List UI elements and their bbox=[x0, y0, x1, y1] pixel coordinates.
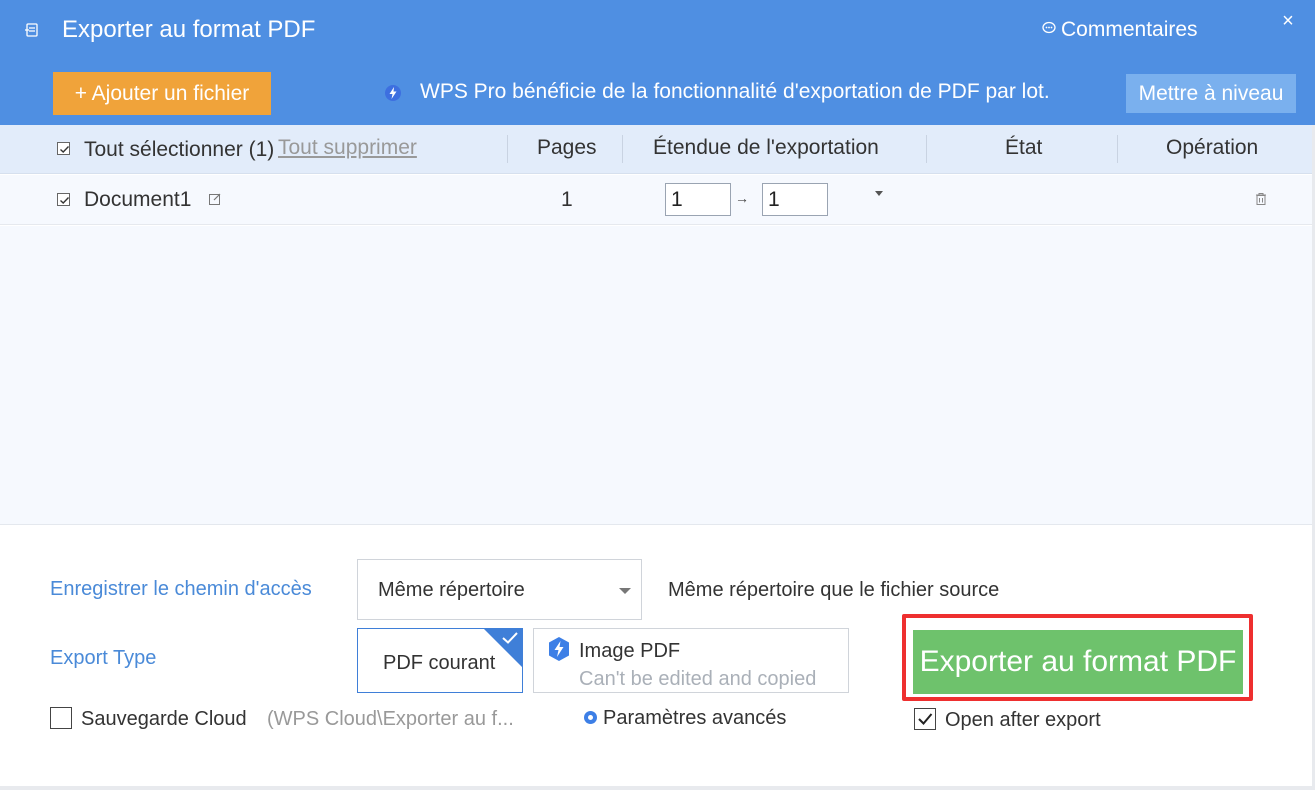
save-path-select[interactable]: Même répertoire bbox=[357, 559, 642, 620]
gear-icon[interactable] bbox=[582, 709, 599, 731]
chevron-down-icon bbox=[619, 588, 631, 594]
lightning-icon bbox=[547, 636, 571, 667]
edit-icon[interactable] bbox=[208, 192, 222, 211]
window-title: Exporter au format PDF bbox=[62, 16, 316, 43]
range-arrow: → bbox=[735, 190, 749, 206]
cloud-backup-path: (WPS Cloud\Exporter au f... bbox=[267, 708, 514, 730]
range-from-input[interactable]: 1 bbox=[665, 183, 731, 216]
table-row: Document1 1 1 → 1 bbox=[0, 175, 1315, 225]
range-dropdown-icon[interactable] bbox=[875, 191, 883, 196]
open-after-export-checkbox[interactable] bbox=[914, 708, 936, 730]
select-all-checkbox[interactable] bbox=[57, 142, 70, 155]
save-path-description: Même répertoire que le fichier source bbox=[668, 579, 1000, 601]
state-column-header: État bbox=[1005, 136, 1043, 159]
trash-icon[interactable] bbox=[1255, 192, 1267, 211]
upgrade-button[interactable]: Mettre à niveau bbox=[1126, 74, 1296, 113]
title-bar: Exporter au format PDF Commentaires × + … bbox=[0, 0, 1315, 125]
image-pdf-description: Can't be edited and copied bbox=[579, 668, 817, 690]
comments-label: Commentaires bbox=[1061, 18, 1198, 41]
advanced-settings-link[interactable]: Paramètres avancés bbox=[603, 707, 786, 730]
image-pdf-label: Image PDF bbox=[579, 640, 681, 662]
range-column-header: Étendue de l'exportation bbox=[653, 136, 879, 159]
cloud-backup-checkbox[interactable] bbox=[50, 707, 72, 729]
delete-all-link[interactable]: Tout supprimer bbox=[278, 136, 417, 160]
lightning-icon bbox=[384, 84, 402, 102]
range-to-input[interactable]: 1 bbox=[762, 183, 828, 216]
file-table-header: Tout sélectionner (1) Tout supprimer Pag… bbox=[0, 125, 1315, 174]
column-divider bbox=[1117, 135, 1118, 163]
close-icon[interactable]: × bbox=[1279, 11, 1297, 31]
open-after-export-label: Open after export bbox=[945, 709, 1101, 731]
pro-promo-text: WPS Pro bénéficie de la fonctionnalité d… bbox=[420, 80, 1050, 103]
file-list-area bbox=[0, 226, 1315, 524]
select-all-label: Tout sélectionner (1) bbox=[84, 138, 275, 161]
cloud-backup-label: Sauvegarde Cloud bbox=[81, 708, 247, 730]
chat-bubble-icon bbox=[1041, 18, 1057, 42]
check-icon bbox=[501, 631, 519, 650]
save-path-value: Même répertoire bbox=[378, 579, 525, 601]
operation-column-header: Opération bbox=[1166, 136, 1259, 159]
comments-link[interactable]: Commentaires bbox=[1041, 18, 1198, 42]
highlight-box bbox=[902, 614, 1253, 701]
document-name: Document1 bbox=[84, 188, 192, 211]
column-divider bbox=[926, 135, 927, 163]
save-path-label: Enregistrer le chemin d'accès bbox=[50, 578, 312, 600]
column-divider bbox=[622, 135, 623, 163]
column-divider bbox=[507, 135, 508, 163]
pdf-courant-label: PDF courant bbox=[383, 652, 496, 674]
window-border bbox=[0, 786, 1315, 790]
export-pdf-app-icon bbox=[24, 22, 40, 38]
image-pdf-option[interactable]: Image PDF Can't be edited and copied bbox=[533, 628, 849, 693]
page-count: 1 bbox=[561, 188, 573, 211]
pages-column-header: Pages bbox=[537, 136, 597, 159]
add-file-button[interactable]: + Ajouter un fichier bbox=[53, 72, 271, 115]
export-type-label: Export Type bbox=[50, 647, 157, 669]
pdf-courant-option[interactable]: PDF courant bbox=[357, 628, 523, 693]
row-checkbox[interactable] bbox=[57, 193, 70, 206]
